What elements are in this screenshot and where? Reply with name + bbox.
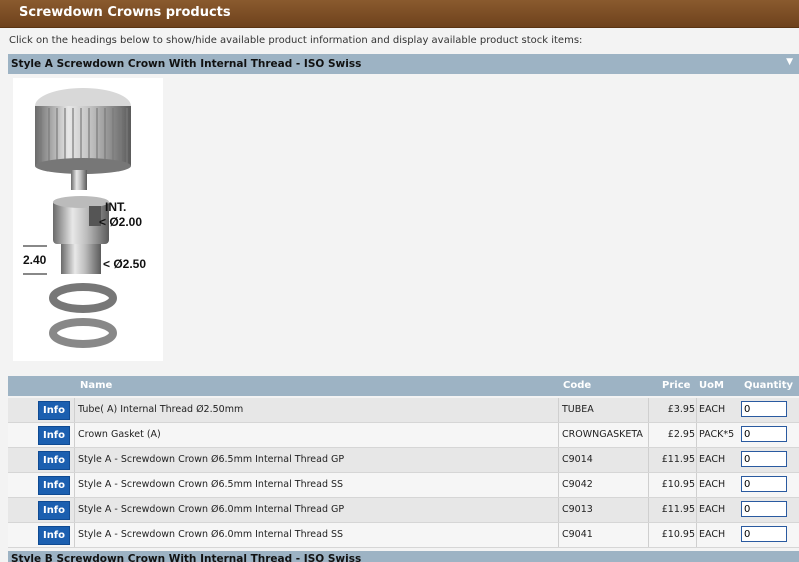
page-title: Screwdown Crowns products (19, 5, 231, 20)
table-header: Name Code Price UoM Quantity (8, 376, 799, 396)
product-price: £10.95 (648, 523, 697, 547)
quantity-input[interactable] (741, 451, 787, 467)
col-uom[interactable]: UoM (699, 380, 724, 391)
label-height: 2.40 (23, 253, 47, 267)
product-uom: EACH (696, 398, 741, 422)
section-header-style-b[interactable]: Style B Screwdown Crown With Internal Th… (8, 551, 799, 562)
table-row: Info Style A - Screwdown Crown Ø6.0mm Int… (8, 523, 799, 548)
section-title: Style B Screwdown Crown With Internal Th… (11, 553, 362, 562)
product-name: Style A - Screwdown Crown Ø6.5mm Interna… (74, 473, 562, 497)
quantity-input[interactable] (741, 501, 787, 517)
product-image: INT. < Ø2.00 2.40 < Ø2.50 (13, 78, 163, 361)
product-uom: EACH (696, 448, 741, 472)
product-code: CROWNGASKETA (558, 423, 652, 447)
product-code: C9013 (558, 498, 652, 522)
product-code: C9014 (558, 448, 652, 472)
product-name: Style A - Screwdown Crown Ø6.0mm Interna… (74, 523, 562, 547)
quantity-input[interactable] (741, 401, 787, 417)
info-button[interactable]: Info (38, 476, 70, 495)
product-uom: PACK*5 (696, 423, 741, 447)
table-row: Info Style A - Screwdown Crown Ø6.5mm Int… (8, 448, 799, 473)
product-name: Tube( A) Internal Thread Ø2.50mm (74, 398, 562, 422)
table-row: Info Style A - Screwdown Crown Ø6.5mm Int… (8, 473, 799, 498)
col-name[interactable]: Name (80, 380, 112, 391)
quantity-input[interactable] (741, 426, 787, 442)
info-button[interactable]: Info (38, 401, 70, 420)
label-outer-diameter: < Ø2.50 (103, 257, 146, 271)
triangle-down-icon[interactable]: ▼ (786, 57, 793, 67)
product-name: Style A - Screwdown Crown Ø6.0mm Interna… (74, 498, 562, 522)
col-price[interactable]: Price (662, 380, 690, 391)
table-row: Info Tube( A) Internal Thread Ø2.50mm TUBE… (8, 398, 799, 423)
col-code[interactable]: Code (563, 380, 591, 391)
table-row: Info Crown Gasket (A) CROWNGASKETA £2.95 PAC… (8, 423, 799, 448)
product-price: £11.95 (648, 448, 697, 472)
section-header-style-a[interactable]: Style A Screwdown Crown With Internal Th… (8, 54, 799, 74)
info-button[interactable]: Info (38, 526, 70, 545)
product-name: Style A - Screwdown Crown Ø6.5mm Interna… (74, 448, 562, 472)
product-price: £10.95 (648, 473, 697, 497)
product-uom: EACH (696, 523, 741, 547)
product-uom: EACH (696, 498, 741, 522)
product-code: C9042 (558, 473, 652, 497)
table-row: Info Style A - Screwdown Crown Ø6.0mm Int… (8, 498, 799, 523)
instructions-text: Click on the headings below to show/hide… (9, 35, 583, 46)
page-header: Screwdown Crowns products (0, 0, 799, 28)
section-title: Style A Screwdown Crown With Internal Th… (11, 58, 362, 70)
product-uom: EACH (696, 473, 741, 497)
info-button[interactable]: Info (38, 451, 70, 470)
quantity-input[interactable] (741, 476, 787, 492)
product-price: £2.95 (648, 423, 697, 447)
label-inner-diameter: < Ø2.00 (99, 215, 142, 229)
product-price: £11.95 (648, 498, 697, 522)
product-code: C9041 (558, 523, 652, 547)
info-button[interactable]: Info (38, 501, 70, 520)
product-name: Crown Gasket (A) (74, 423, 562, 447)
product-code: TUBEA (558, 398, 652, 422)
product-price: £3.95 (648, 398, 697, 422)
col-quantity[interactable]: Quantity (744, 380, 793, 391)
label-int: INT. (105, 200, 126, 214)
quantity-input[interactable] (741, 526, 787, 542)
info-button[interactable]: Info (38, 426, 70, 445)
